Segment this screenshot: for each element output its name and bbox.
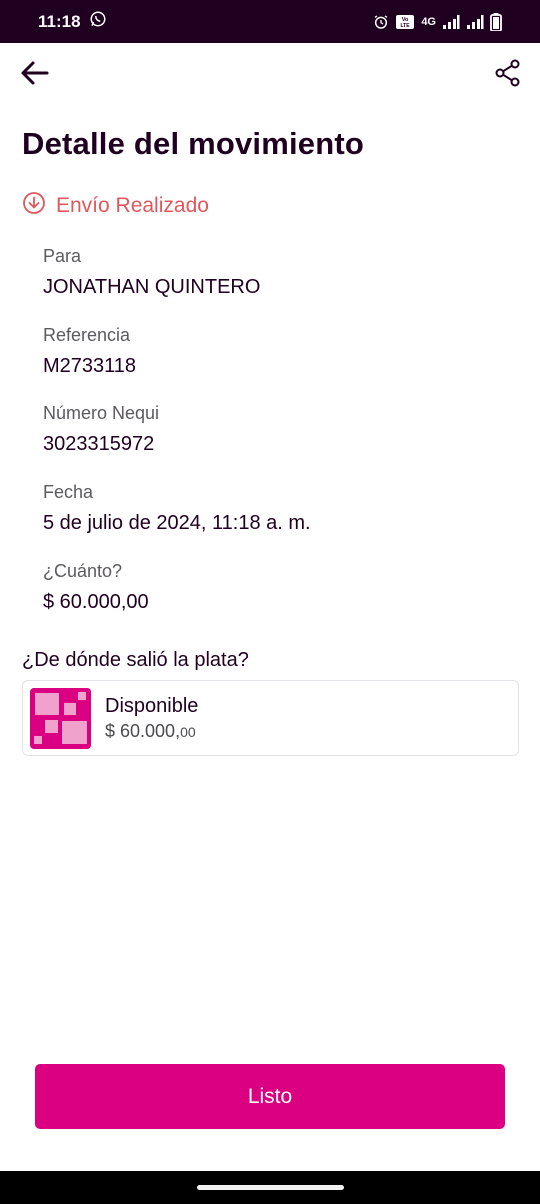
nequi-number-value: 3023315972 [43, 433, 155, 455]
top-bar [0, 43, 540, 105]
navigation-bar [0, 1171, 540, 1204]
field-label: Referencia [43, 325, 131, 345]
source-amount-main: $ 60.000, [105, 720, 181, 741]
signal-icon [442, 14, 460, 29]
movement-status: Envío Realizado [22, 191, 209, 221]
recipient-name: JONATHAN QUINTERO [43, 276, 261, 298]
field-label: Fecha [43, 482, 94, 502]
status-right: Vo LTE 4G [373, 12, 502, 31]
amount-value: $ 60.000,00 [43, 591, 149, 613]
field-cuanto: ¿Cuánto? $ 60.000,00 [43, 561, 149, 614]
page-title: Detalle del movimiento [22, 126, 365, 161]
field-referencia: Referencia M2733118 [43, 325, 136, 378]
volte-icon: Vo LTE [395, 14, 415, 30]
share-button[interactable] [490, 57, 526, 93]
source-text: Disponible $ 60.000,00 [105, 695, 198, 742]
alarm-icon [373, 14, 389, 30]
field-fecha: Fecha 5 de julio de 2024, 11:18 a. m. [43, 482, 311, 535]
battery-icon [490, 12, 502, 31]
field-numero-nequi: Número Nequi 3023315972 [43, 403, 159, 456]
share-icon [494, 59, 522, 92]
source-card[interactable]: Disponible $ 60.000,00 [22, 680, 519, 756]
home-indicator[interactable] [197, 1185, 344, 1190]
source-name: Disponible [105, 694, 199, 717]
movement-status-text: Envío Realizado [56, 194, 209, 217]
date-value: 5 de julio de 2024, 11:18 a. m. [43, 512, 311, 534]
status-left: 11:18 [38, 10, 107, 33]
disponible-logo-icon [30, 687, 91, 749]
whatsapp-icon [89, 10, 107, 33]
source-amount-cents: 00 [180, 723, 196, 740]
network-label: 4G [421, 15, 436, 28]
field-label: Número Nequi [43, 403, 160, 423]
field-label: Para [43, 246, 82, 266]
field-para: Para JONATHAN QUINTERO [43, 246, 260, 299]
source-amount: $ 60.000,00 [105, 721, 198, 742]
status-time: 11:18 [38, 11, 81, 31]
arrow-down-circle-icon [22, 191, 46, 221]
source-section-title: ¿De dónde salió la plata? [22, 649, 249, 671]
reference-value: M2733118 [43, 355, 137, 377]
back-button[interactable] [16, 57, 52, 93]
signal-icon-2 [466, 14, 484, 29]
done-button[interactable]: Listo [35, 1064, 505, 1129]
arrow-left-icon [19, 60, 49, 91]
field-label: ¿Cuánto? [43, 561, 123, 581]
svg-text:LTE: LTE [401, 23, 411, 29]
status-bar: 11:18 Vo LTE 4G [0, 0, 540, 43]
